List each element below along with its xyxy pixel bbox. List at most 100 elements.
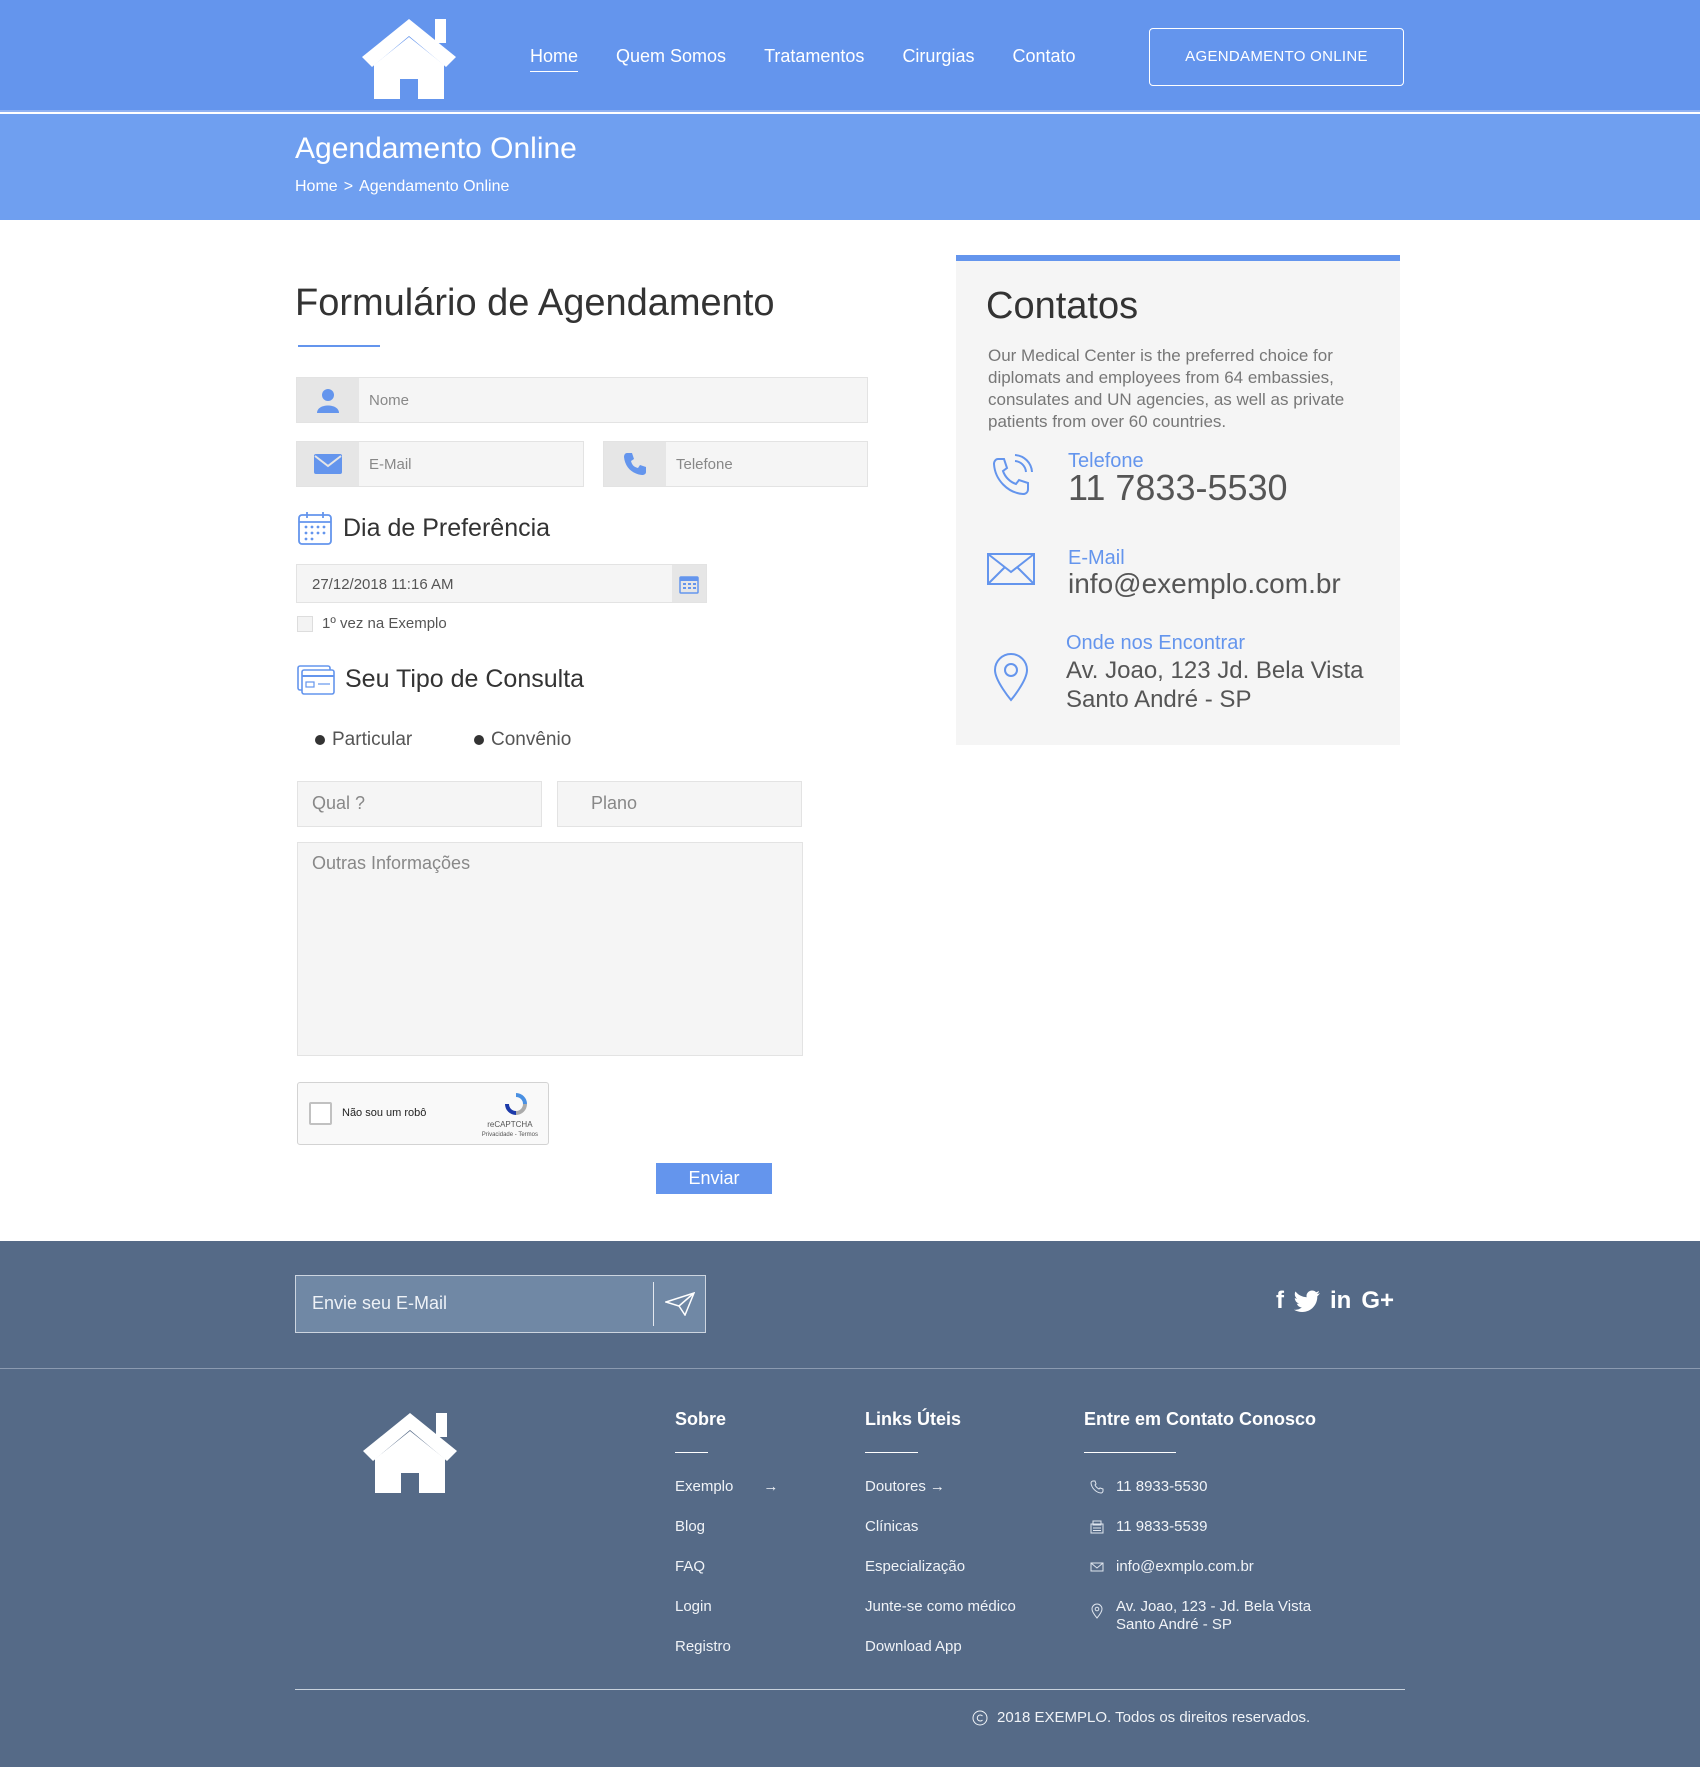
phone-field: [603, 441, 868, 487]
recaptcha-label: Não sou um robô: [342, 1107, 427, 1119]
qual-field: [297, 781, 542, 827]
other-info-field: [297, 842, 803, 1056]
nav-home[interactable]: Home: [530, 46, 579, 72]
envelope-outline-icon: [987, 553, 1035, 585]
footer-link-junte-se[interactable]: Junte-se como médico: [865, 1598, 1016, 1617]
newsletter-input[interactable]: [312, 1293, 642, 1314]
footer-link-blog[interactable]: Blog: [675, 1518, 778, 1537]
footer-col-sobre: Sobre Exemplo → Blog FAQ Login Registro: [675, 1409, 778, 1678]
nav-cirurgias[interactable]: Cirurgias: [902, 46, 974, 72]
radio-convenio-dot[interactable]: [474, 735, 484, 745]
contact-address-label: Onde nos Encontrar: [1066, 632, 1245, 654]
envelope-icon: [297, 442, 359, 486]
footer-email-text[interactable]: info@exmplo.com.br: [1116, 1558, 1254, 1575]
footer-home-logo-icon[interactable]: [359, 1411, 461, 1493]
date-value: 27/12/2018 11:16 AM: [312, 576, 454, 593]
footer-underline: [675, 1452, 708, 1453]
other-info-textarea[interactable]: [312, 853, 790, 1043]
location-pin-icon: [993, 653, 1029, 702]
social-links: f in G+: [1276, 1287, 1404, 1315]
footer-link-download-app[interactable]: Download App: [865, 1638, 1016, 1657]
page-title-band: Agendamento Online Home > Agendamento Onli…: [0, 114, 1700, 220]
plano-field: [557, 781, 802, 827]
contacts-title: Contatos: [986, 285, 1139, 327]
phone-outline-icon: [992, 454, 1033, 496]
footer-link-registro[interactable]: Registro: [675, 1638, 778, 1657]
contact-phone-value[interactable]: 11 7833-5530: [1068, 467, 1288, 509]
footer-link-login[interactable]: Login: [675, 1598, 778, 1617]
copyright-icon: [972, 1710, 988, 1725]
footer-address-line2: Santo André - SP: [1116, 1616, 1232, 1633]
date-picker-field[interactable]: 27/12/2018 11:16 AM: [296, 564, 707, 603]
first-time-label: 1º vez na Exemplo: [322, 615, 447, 632]
breadcrumb-home[interactable]: Home: [295, 178, 338, 195]
user-icon: [297, 378, 359, 422]
contact-address-line2: Santo André - SP: [1066, 686, 1252, 713]
recaptcha-checkbox[interactable]: [309, 1102, 332, 1125]
main-nav: Home Quem Somos Tratamentos Cirurgias Co…: [530, 46, 1114, 72]
paper-plane-icon[interactable]: [665, 1292, 695, 1316]
footer-phone1-text[interactable]: 11 8933-5530: [1116, 1478, 1207, 1495]
footer-links-title: Links Úteis: [865, 1409, 962, 1429]
form-title: Formulário de Agendamento: [295, 282, 775, 324]
first-time-checkbox[interactable]: [297, 615, 313, 632]
home-logo-icon[interactable]: [358, 17, 460, 99]
recaptcha-widget: Não sou um robô reCAPTCHA Privacidade - …: [297, 1082, 549, 1145]
footer-divider: [295, 1689, 1405, 1690]
footer-contato-title: Entre em Contato Conosco: [1084, 1409, 1317, 1429]
recaptcha-logo-icon: [505, 1093, 527, 1115]
footer-link-especializacao[interactable]: Especialização: [865, 1558, 1016, 1577]
footer-link-doutores-label: Doutores: [865, 1478, 926, 1495]
footer: Sobre Exemplo → Blog FAQ Login Registro L…: [0, 1369, 1700, 1767]
radio-particular[interactable]: Particular: [315, 729, 412, 751]
phone-outline-icon: [1090, 1480, 1104, 1494]
copyright-text: 2018 EXEMPLO. Todos os direitos reservad…: [997, 1709, 1311, 1726]
recaptcha-brand: reCAPTCHA Privacidade - Termos: [482, 1119, 538, 1141]
linkedin-icon[interactable]: in: [1330, 1287, 1351, 1315]
footer-phone2-text[interactable]: 11 9833-5539: [1116, 1518, 1207, 1535]
agendamento-online-button[interactable]: AGENDAMENTO ONLINE: [1149, 28, 1404, 86]
preference-heading-label: Dia de Preferência: [343, 513, 551, 542]
twitter-icon[interactable]: [1294, 1290, 1320, 1312]
name-input[interactable]: [369, 392, 849, 409]
nav-tratamentos[interactable]: Tratamentos: [764, 46, 864, 72]
nav-quem-somos[interactable]: Quem Somos: [616, 46, 726, 72]
footer-email: info@exmplo.com.br: [1090, 1558, 1316, 1577]
breadcrumb: Home > Agendamento Online: [295, 178, 509, 196]
email-field: [296, 441, 584, 487]
nav-contato[interactable]: Contato: [1012, 46, 1075, 72]
phone-input[interactable]: [676, 456, 856, 473]
credit-card-icon: [297, 665, 335, 695]
first-time-checkbox-row[interactable]: 1º vez na Exemplo: [297, 615, 447, 632]
footer-link-exemplo-label: Exemplo: [675, 1478, 734, 1495]
footer-link-clinicas[interactable]: Clínicas: [865, 1518, 1016, 1537]
page-title: Agendamento Online: [295, 132, 577, 165]
recaptcha-links[interactable]: Privacidade - Termos: [482, 1130, 538, 1141]
footer-link-doutores[interactable]: Doutores →: [865, 1478, 1016, 1497]
qual-input[interactable]: [312, 793, 532, 814]
phone-icon: [604, 442, 666, 486]
footer-col-contato: Entre em Contato Conosco 11 8933-5530 11…: [1084, 1409, 1316, 1655]
radio-particular-dot[interactable]: [315, 735, 325, 745]
location-pin-icon: [1091, 1603, 1103, 1619]
footer-sobre-title: Sobre: [675, 1409, 727, 1429]
contact-address-line1: Av. Joao, 123 Jd. Bela Vista: [1066, 657, 1364, 684]
name-field: [296, 377, 868, 423]
contact-email-value[interactable]: info@exemplo.com.br: [1068, 568, 1341, 600]
footer-link-faq[interactable]: FAQ: [675, 1558, 778, 1577]
footer-underline: [865, 1452, 918, 1453]
preference-heading: Dia de Preferência: [297, 510, 550, 546]
calendar-button-icon[interactable]: [672, 565, 706, 602]
plano-input[interactable]: [591, 793, 791, 814]
submit-button[interactable]: Enviar: [656, 1163, 772, 1194]
footer-link-exemplo[interactable]: Exemplo →: [675, 1478, 778, 1497]
breadcrumb-current: Agendamento Online: [359, 178, 510, 195]
footer-phone1: 11 8933-5530: [1090, 1478, 1316, 1497]
facebook-icon[interactable]: f: [1276, 1287, 1284, 1315]
email-input[interactable]: [369, 456, 569, 473]
google-plus-icon[interactable]: G+: [1361, 1287, 1394, 1315]
radio-convenio[interactable]: Convênio: [474, 729, 571, 751]
newsletter-form: [295, 1275, 706, 1333]
title-underline: [298, 345, 380, 347]
contact-email-label: E-Mail: [1068, 547, 1125, 569]
